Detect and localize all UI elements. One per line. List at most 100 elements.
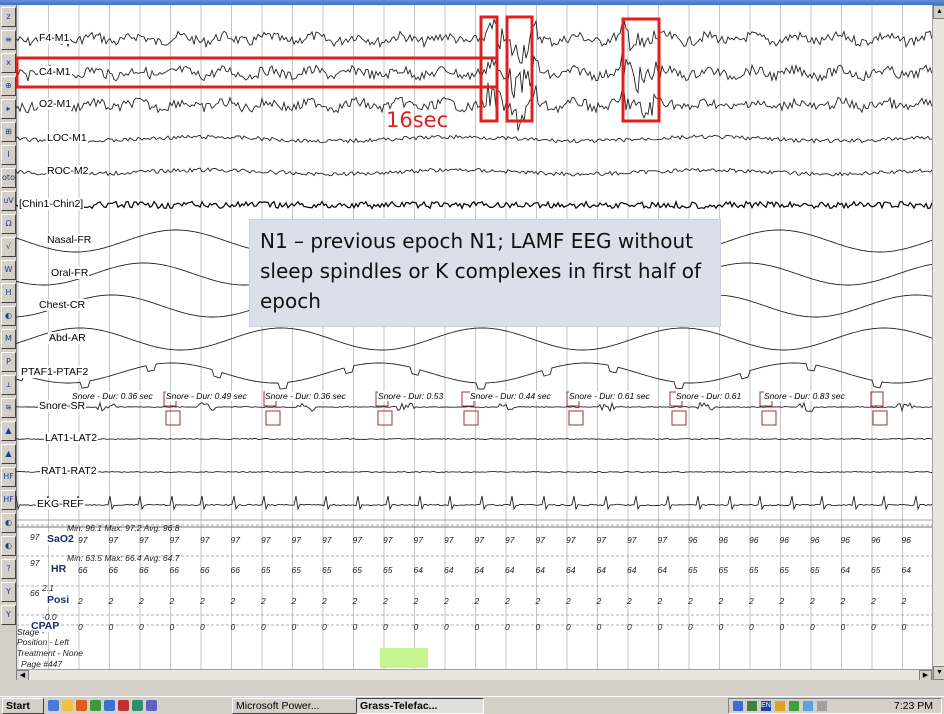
toolbar-button[interactable]: M: [1, 329, 16, 349]
hr-value: 65: [810, 565, 820, 575]
channel-label[interactable]: Snore-SR: [38, 400, 87, 412]
channel-label[interactable]: EKG-REF: [36, 498, 85, 510]
tray-security-icon[interactable]: [789, 701, 799, 711]
quicklaunch-browser-icon[interactable]: [90, 700, 101, 711]
toolbar-button[interactable]: uV: [1, 191, 16, 211]
toolbar-button[interactable]: ≋: [1, 398, 16, 418]
posi-value: 2: [261, 596, 266, 606]
toolbar-button[interactable]: ▲: [1, 421, 16, 441]
toolbar-button[interactable]: Ω: [1, 214, 16, 234]
vertical-scrollbar[interactable]: ▲ ▼: [932, 5, 944, 680]
channel-label[interactable]: Oral-FR: [50, 267, 90, 279]
quicklaunch-extra-icon[interactable]: [146, 700, 157, 711]
left-toolbar: z ≡ x ⊕ ▸ ⊞ Ioto uV Ω √ W H ◐ M P ⟂ ≋ ▲ ▲ HF HF ◐ ◐? Y Y: [0, 5, 17, 680]
posi-value: 2: [383, 596, 388, 606]
snore-event-label: Snore - Dur: 0.36 sec: [72, 391, 153, 401]
posi-value: 2: [749, 596, 754, 606]
snore-event-label: Snore - Dur: 0.53: [378, 391, 444, 401]
tray-display-icon[interactable]: [803, 701, 813, 711]
toolbar-button[interactable]: ?: [1, 559, 16, 579]
channel-label[interactable]: F4-M1: [38, 32, 71, 44]
tray-network-icon[interactable]: [733, 701, 743, 711]
cpap-value: 0: [291, 622, 297, 632]
channel-label[interactable]: Nasal-FR: [46, 234, 93, 246]
hr-value: 64: [627, 565, 637, 575]
sao2-value: 97: [108, 535, 118, 545]
cpap-value: 0: [444, 622, 449, 632]
toolbar-button[interactable]: HF: [1, 490, 16, 510]
sao2-scale-label: 97: [30, 532, 40, 542]
psg-trace-area[interactable]: F4-M1 C4-M1 O2-M1 LOC-M1 ROC-M2 [Chin1-Chin2]…: [16, 5, 932, 680]
cpap-value: 0: [535, 622, 541, 632]
tray-misc-icon[interactable]: [817, 701, 827, 711]
toolbar-button[interactable]: P: [1, 352, 16, 372]
cpap-value: 0: [596, 622, 602, 632]
channel-label[interactable]: Abd-AR: [48, 332, 87, 344]
tray-app-icon[interactable]: [747, 701, 757, 711]
toolbar-button[interactable]: ≡: [1, 30, 16, 50]
quicklaunch-media-icon[interactable]: [118, 700, 129, 711]
quicklaunch-app-icon[interactable]: [76, 700, 87, 711]
cpap-value: 0: [474, 622, 480, 632]
quicklaunch-search-icon[interactable]: [48, 700, 59, 711]
toolbar-button[interactable]: oto: [1, 168, 16, 188]
channel-label[interactable]: RAT1-RAT2: [40, 465, 98, 477]
cpap-value: 0: [200, 622, 205, 632]
channel-label[interactable]: Chest-CR: [38, 299, 87, 311]
quicklaunch-desktop-icon[interactable]: [104, 700, 115, 711]
channel-label[interactable]: O2-M1: [38, 98, 73, 110]
hr-label[interactable]: HR: [50, 563, 68, 575]
posi-value: 2: [688, 596, 693, 606]
posi-value: 2: [322, 596, 327, 606]
posi-label[interactable]: Posi: [46, 594, 71, 606]
toolbar-button[interactable]: ◐: [1, 306, 16, 326]
sao2-value: 96: [871, 535, 881, 545]
channel-label[interactable]: [Chin1-Chin2]: [18, 198, 85, 210]
hr-value: 66: [169, 565, 179, 575]
toolbar-button[interactable]: ▲: [1, 444, 16, 464]
quicklaunch-tool-icon[interactable]: [132, 700, 143, 711]
channel-label[interactable]: LAT1-LAT2: [44, 432, 99, 444]
toolbar-button[interactable]: ⟂: [1, 375, 16, 395]
epoch-scroll-thumb[interactable]: [380, 648, 428, 668]
posi-value: 2: [871, 596, 876, 606]
epoch-16sec-label: 16sec: [386, 108, 449, 132]
scroll-up-icon[interactable]: ▲: [933, 5, 944, 19]
toolbar-button[interactable]: HF: [1, 467, 16, 487]
tray-volume-icon[interactable]: [775, 701, 785, 711]
channel-label[interactable]: LOC-M1: [46, 132, 88, 144]
channel-label[interactable]: PTAF1-PTAF2: [20, 366, 90, 378]
toolbar-button[interactable]: Y: [1, 582, 16, 602]
cpap-value: 0: [718, 622, 724, 632]
toolbar-button[interactable]: ◐: [1, 513, 16, 533]
toolbar-button[interactable]: x: [1, 53, 16, 73]
toolbar-button[interactable]: W: [1, 260, 16, 280]
snore-event-label: Snore - Dur: 0.83 sec: [764, 391, 845, 401]
channel-label[interactable]: C4-M1: [38, 66, 72, 78]
posi-value: 2: [108, 596, 114, 606]
taskbar-item-powerpoint[interactable]: Microsoft Power...: [232, 698, 358, 714]
toolbar-button[interactable]: ⊞: [1, 122, 16, 142]
cpap-value: 0: [230, 622, 236, 632]
sao2-label[interactable]: SaO2: [46, 533, 75, 545]
sao2-value: 96: [810, 535, 820, 545]
toolbar-button[interactable]: H: [1, 283, 16, 303]
scroll-down-icon[interactable]: ▼: [933, 666, 944, 680]
toolbar-button[interactable]: √: [1, 237, 16, 257]
toolbar-button[interactable]: I: [1, 145, 16, 165]
toolbar-button[interactable]: Y: [1, 605, 16, 625]
channel-label[interactable]: ROC-M2: [46, 165, 90, 177]
snore-event-label: Snore - Dur: 0.44 sec: [470, 391, 551, 401]
hr-value: 65: [871, 565, 881, 575]
toolbar-button[interactable]: ⊕: [1, 76, 16, 96]
quicklaunch-folder-icon[interactable]: [62, 700, 73, 711]
posi-value: 2: [413, 596, 419, 606]
sao2-value: 97: [444, 535, 454, 545]
toolbar-button[interactable]: z: [1, 7, 16, 27]
toolbar-button[interactable]: ▸: [1, 99, 16, 119]
tray-language-icon[interactable]: EN: [761, 701, 771, 711]
taskbar-item-grass[interactable]: Grass-Telefac...: [356, 698, 484, 714]
toolbar-button[interactable]: ◐: [1, 536, 16, 556]
sao2-value: 96: [840, 535, 850, 545]
start-button[interactable]: Start: [2, 698, 44, 714]
